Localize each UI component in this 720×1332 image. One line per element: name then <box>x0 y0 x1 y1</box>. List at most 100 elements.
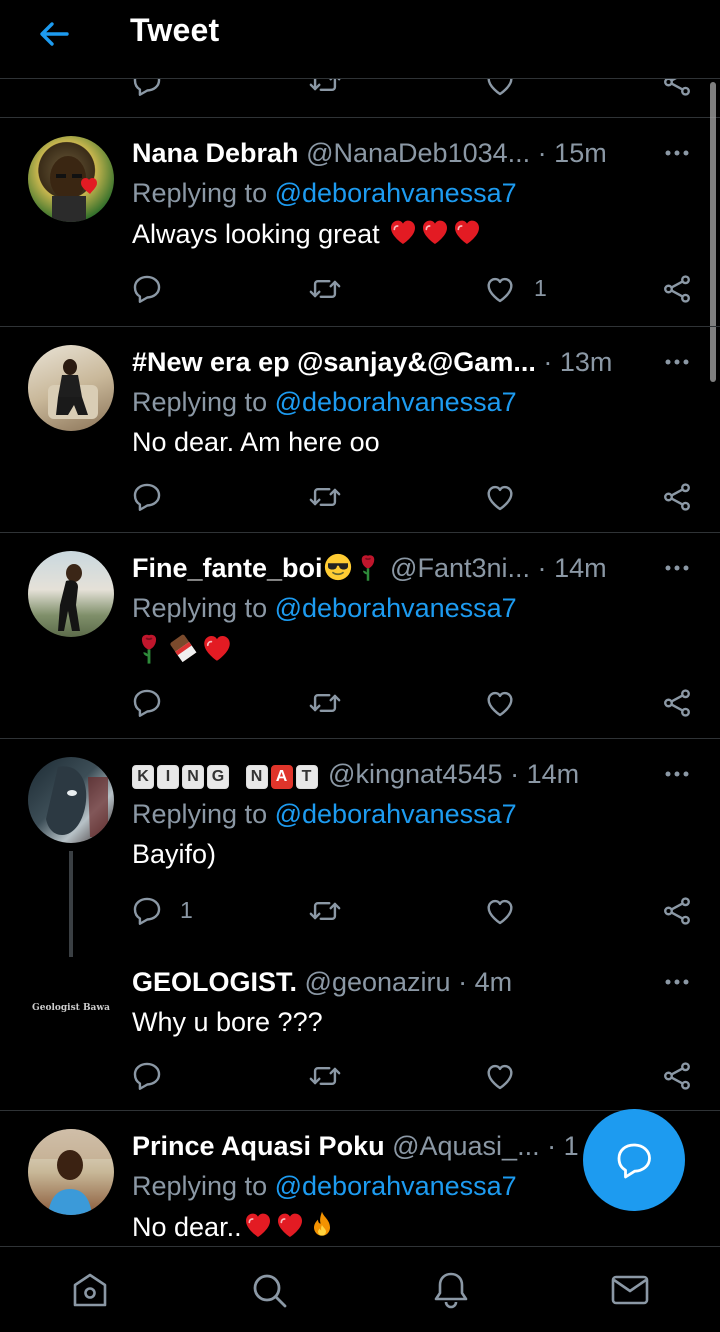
mention-link[interactable]: @deborahvanessa7 <box>275 593 517 623</box>
tweet-header: #New era ep @sanjay&@Gam... · 13m <box>132 345 652 379</box>
tweet-text-content: Always looking great <box>132 219 380 249</box>
like-icon[interactable] <box>483 480 517 514</box>
separator-dot: · <box>547 1131 557 1161</box>
back-arrow-icon[interactable] <box>34 14 74 54</box>
user-handle: @geonaziru <box>304 967 451 997</box>
more-options-icon[interactable] <box>662 347 692 377</box>
tweet-actions <box>0 480 720 520</box>
like-count: 1 <box>534 275 547 301</box>
retweet-icon[interactable] <box>308 894 342 928</box>
timestamp: 15m <box>554 138 607 168</box>
replying-to: Replying to @deborahvanessa7 <box>132 1169 517 1203</box>
retweet-icon[interactable] <box>308 79 342 99</box>
replying-to-label: Replying to <box>132 1171 268 1201</box>
reply-icon[interactable] <box>130 894 164 928</box>
mention-link[interactable]: @deborahvanessa7 <box>275 387 517 417</box>
home-icon[interactable] <box>69 1269 111 1311</box>
reply-icon[interactable] <box>130 480 164 514</box>
red-heart-emoji <box>200 631 234 665</box>
tweet-text: Why u bore ??? <box>132 1007 323 1037</box>
chocolate-bar-emoji <box>166 631 200 665</box>
timestamp: 1 <box>563 1131 579 1161</box>
user-handle: @Aquasi_... <box>392 1131 540 1161</box>
avatar[interactable]: Geologist Bawa <box>28 965 114 1051</box>
retweet-icon[interactable] <box>308 272 342 306</box>
reply-count: 1 <box>180 897 193 923</box>
header: Tweet <box>0 0 720 79</box>
share-icon[interactable] <box>660 272 694 306</box>
display-name[interactable]: #New era ep @sanjay&@Gam... <box>132 347 536 377</box>
like-icon[interactable] <box>483 272 517 306</box>
like-icon[interactable] <box>483 79 517 99</box>
tweet-text <box>132 631 234 668</box>
separator-dot: · <box>543 347 553 377</box>
share-icon[interactable] <box>660 480 694 514</box>
letter-box: N <box>182 765 204 789</box>
user-handle: @Fant3ni... <box>390 553 531 583</box>
tweet-item[interactable]: Nana Debrah @NanaDeb1034... · 15m Replyi… <box>0 118 720 327</box>
retweet-icon[interactable] <box>308 480 342 514</box>
tweet-text: No dear. Am here oo <box>132 427 380 457</box>
messages-icon[interactable] <box>609 1269 651 1311</box>
red-heart-emoji <box>419 216 451 248</box>
like-icon[interactable] <box>483 894 517 928</box>
avatar-text: Geologist Bawa <box>32 1003 110 1013</box>
avatar[interactable] <box>28 551 114 637</box>
replying-to-label: Replying to <box>132 799 268 829</box>
tweet-text: Bayifo) <box>132 839 217 869</box>
retweet-icon[interactable] <box>308 1059 342 1093</box>
like-icon[interactable] <box>483 1059 517 1093</box>
avatar[interactable] <box>28 345 114 431</box>
like-icon[interactable] <box>483 686 517 720</box>
tweet-item[interactable]: #New era ep @sanjay&@Gam... · 13m Replyi… <box>0 327 720 533</box>
separator-dot: · <box>537 553 547 583</box>
compose-reply-button[interactable] <box>583 1109 685 1211</box>
display-name[interactable]: KING NAT <box>132 757 321 791</box>
avatar-photo <box>50 156 97 222</box>
avatar[interactable] <box>28 136 114 222</box>
reply-icon[interactable] <box>130 1059 164 1093</box>
share-icon[interactable] <box>660 79 694 99</box>
letter-box: K <box>132 765 154 789</box>
reply-icon[interactable] <box>130 79 164 99</box>
tweet-header: Nana Debrah @NanaDeb1034... · 15m <box>132 136 652 170</box>
share-icon[interactable] <box>660 686 694 720</box>
separator-dot: · <box>510 759 520 789</box>
display-name[interactable]: Nana Debrah <box>132 138 299 168</box>
replying-to-label: Replying to <box>132 593 268 623</box>
share-icon[interactable] <box>660 1059 694 1093</box>
red-heart-emoji <box>451 216 483 248</box>
more-options-icon[interactable] <box>662 553 692 583</box>
reply-icon[interactable] <box>130 272 164 306</box>
avatar-photo <box>58 564 82 631</box>
tweet-actions <box>0 1059 720 1099</box>
tweet-header: GEOLOGIST. @geonaziru · 4m <box>132 965 652 999</box>
display-name[interactable]: GEOLOGIST. <box>132 967 297 997</box>
timestamp: 14m <box>526 759 580 789</box>
avatar[interactable] <box>28 757 114 843</box>
search-icon[interactable] <box>248 1269 290 1311</box>
display-name[interactable]: Fine_fante_boi <box>132 553 323 583</box>
letter-box: I <box>157 765 179 789</box>
share-icon[interactable] <box>660 894 694 928</box>
display-name[interactable]: Prince Aquasi Poku <box>132 1131 385 1161</box>
user-handle: @NanaDeb1034... <box>306 138 531 168</box>
retweet-icon[interactable] <box>308 686 342 720</box>
more-options-icon[interactable] <box>662 759 692 789</box>
mention-link[interactable]: @deborahvanessa7 <box>275 799 517 829</box>
mention-link[interactable]: @deborahvanessa7 <box>275 1171 517 1201</box>
more-options-icon[interactable] <box>662 967 692 997</box>
more-options-icon[interactable] <box>662 138 692 168</box>
tweet-header: KING NAT @kingnat4545 · 14m <box>132 757 652 791</box>
notifications-icon[interactable] <box>430 1269 472 1311</box>
red-heart-emoji <box>274 1209 306 1241</box>
mention-link[interactable]: @deborahvanessa7 <box>275 178 517 208</box>
letter-box: A <box>270 765 293 789</box>
tweet-header: Fine_fante_boi @Fant3ni... · 14m <box>132 551 652 585</box>
previous-tweet-actions <box>0 79 720 118</box>
avatar[interactable] <box>28 1129 114 1215</box>
tweet-item[interactable]: Fine_fante_boi @Fant3ni... · 14m Replyin… <box>0 533 720 739</box>
tweet-thread: KING NAT @kingnat4545 · 14m Replying to … <box>0 739 720 1111</box>
reply-icon[interactable] <box>130 686 164 720</box>
avatar-photo <box>46 766 108 837</box>
